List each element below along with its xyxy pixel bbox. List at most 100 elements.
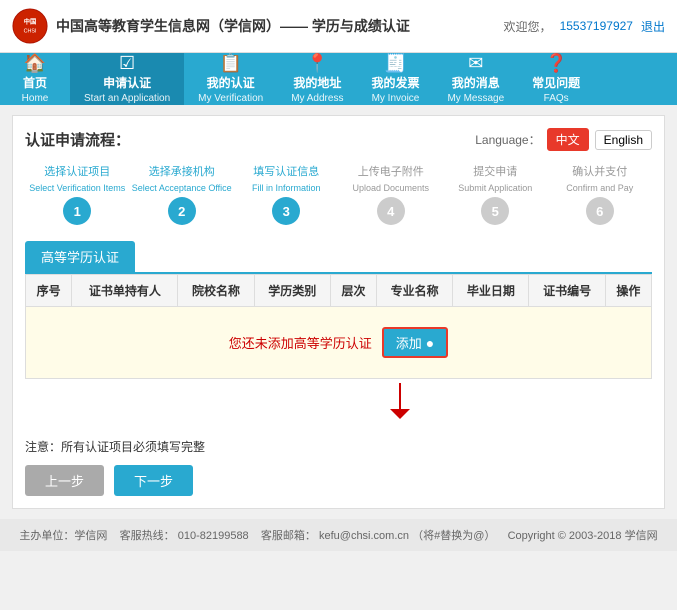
col-category: 学历类别 — [254, 275, 330, 307]
nav-faq-en: FAQs — [544, 93, 569, 104]
apply-icon: ☑ — [119, 54, 135, 72]
site-title: 中国高等教育学生信息网（学信网）—— 学历与成绩认证 — [56, 16, 410, 36]
empty-cell: 您还未添加高等学历认证 添加 ● — [26, 307, 652, 379]
col-num: 序号 — [26, 275, 72, 307]
step-4-label-cn: 上传电子附件 — [358, 163, 424, 179]
header: 中国 CHSI 中国高等教育学生信息网（学信网）—— 学历与成绩认证 欢迎您， … — [0, 0, 677, 53]
step-5: 提交申请 Submit Application 5 — [443, 163, 548, 225]
next-button[interactable]: 下一步 — [114, 465, 193, 496]
step-5-label-en: Submit Application — [458, 183, 532, 193]
arrow-indicator — [385, 381, 652, 424]
step-6-label-en: Confirm and Pay — [566, 183, 633, 193]
address-icon: 📍 — [306, 54, 328, 72]
footer-hotline-label: 客服热线： — [120, 530, 175, 542]
col-grad-date: 毕业日期 — [453, 275, 529, 307]
footer-email: kefu@chsi.com.cn — [319, 530, 409, 542]
step-2-circle: 2 — [168, 197, 196, 225]
add-plus-icon: ● — [426, 335, 434, 351]
nav-message[interactable]: ✉ 我的消息 My Message — [433, 53, 518, 105]
col-major: 专业名称 — [377, 275, 453, 307]
nav-verification[interactable]: 📋 我的认证 My Verification — [184, 53, 277, 105]
education-table: 序号 证书单持有人 院校名称 学历类别 层次 专业名称 毕业日期 证书编号 操作… — [25, 274, 652, 379]
col-school: 院校名称 — [178, 275, 254, 307]
nav-address-cn: 我的地址 — [293, 74, 341, 91]
lang-en-button[interactable]: English — [595, 130, 652, 150]
note-text: 注意：所有认证项目必须填写完整 — [25, 440, 205, 454]
tab-education[interactable]: 高等学历认证 — [25, 241, 135, 272]
red-arrow-svg — [385, 381, 415, 421]
nav-apply[interactable]: ☑ 申请认证 Start an Application — [70, 53, 184, 105]
navbar: 🏠 首页 Home ☑ 申请认证 Start an Application 📋 … — [0, 53, 677, 105]
nav-apply-en: Start an Application — [84, 93, 170, 104]
svg-text:CHSI: CHSI — [24, 28, 37, 34]
steps-container: 选择认证项目 Select Verification Items 1 选择承接机… — [25, 163, 652, 225]
logout-link[interactable]: 退出 — [641, 18, 665, 35]
nav-buttons: 上一步 下一步 — [25, 465, 652, 496]
footer-host: 主办单位：学信网 — [19, 530, 107, 542]
faq-icon: ❓ — [545, 54, 567, 72]
empty-text: 您还未添加高等学历认证 — [229, 333, 372, 352]
header-right: 欢迎您， 15537197927 退出 — [504, 18, 665, 35]
nav-invoice[interactable]: 🧾 我的发票 My Invoice — [357, 53, 433, 105]
nav-invoice-cn: 我的发票 — [371, 74, 419, 91]
nav-apply-cn: 申请认证 — [103, 74, 151, 91]
step-1-label-cn: 选择认证项目 — [44, 163, 110, 179]
footer-email-label: 客服邮箱： — [261, 530, 316, 542]
note-section: 注意：所有认证项目必须填写完整 — [25, 438, 652, 455]
nav-invoice-en: My Invoice — [372, 93, 420, 104]
nav-home-cn: 首页 — [23, 74, 47, 91]
add-button[interactable]: 添加 ● — [382, 327, 448, 358]
nav-faq-cn: 常见问题 — [532, 74, 580, 91]
logo-area: 中国 CHSI 中国高等教育学生信息网（学信网）—— 学历与成绩认证 — [12, 8, 504, 44]
nav-address[interactable]: 📍 我的地址 My Address — [277, 53, 357, 105]
step-2-label-en: Select Acceptance Office — [132, 183, 232, 193]
footer-copyright: Copyright © 2003-2018 学信网 — [508, 530, 658, 542]
nav-home-en: Home — [22, 93, 49, 104]
process-header: 认证申请流程： Language： 中文 English — [25, 128, 652, 151]
nav-faq[interactable]: ❓ 常见问题 FAQs — [518, 53, 594, 105]
step-6: 确认并支付 Confirm and Pay 6 — [548, 163, 653, 225]
nav-message-cn: 我的消息 — [452, 74, 500, 91]
empty-message: 您还未添加高等学历认证 添加 ● — [46, 327, 631, 358]
step-1-circle: 1 — [63, 197, 91, 225]
nav-verification-en: My Verification — [198, 93, 263, 104]
welcome-text: 欢迎您， — [504, 18, 552, 35]
nav-message-en: My Message — [447, 93, 504, 104]
invoice-icon: 🧾 — [384, 54, 406, 72]
step-4: 上传电子附件 Upload Documents 4 — [339, 163, 444, 225]
footer-hotline: 010-82199588 — [178, 530, 249, 542]
step-6-label-cn: 确认并支付 — [572, 163, 627, 179]
step-3-label-cn: 填写认证信息 — [253, 163, 319, 179]
step-2-label-cn: 选择承接机构 — [149, 163, 215, 179]
nav-home[interactable]: 🏠 首页 Home — [0, 53, 70, 105]
add-button-label: 添加 — [396, 333, 422, 352]
empty-row: 您还未添加高等学历认证 添加 ● — [26, 307, 652, 379]
step-5-label-cn: 提交申请 — [473, 163, 517, 179]
step-6-circle: 6 — [586, 197, 614, 225]
step-5-circle: 5 — [481, 197, 509, 225]
prev-button[interactable]: 上一步 — [25, 465, 104, 496]
step-4-label-en: Upload Documents — [352, 183, 429, 193]
table-header-row: 序号 证书单持有人 院校名称 学历类别 层次 专业名称 毕业日期 证书编号 操作 — [26, 275, 652, 307]
footer: 主办单位：学信网 客服热线： 010-82199588 客服邮箱： kefu@c… — [0, 519, 677, 551]
footer-note: （将#替换为@） — [412, 530, 495, 542]
main-content: 认证申请流程： Language： 中文 English 选择认证项目 Sele… — [12, 115, 665, 509]
message-icon: ✉ — [468, 54, 483, 72]
language-switcher: Language： 中文 English — [475, 128, 652, 151]
username: 15537197927 — [560, 19, 633, 33]
step-1: 选择认证项目 Select Verification Items 1 — [25, 163, 130, 225]
svg-text:中国: 中国 — [24, 16, 37, 25]
verification-icon: 📋 — [219, 54, 241, 72]
col-cert-num: 证书编号 — [529, 275, 605, 307]
process-title: 认证申请流程： — [25, 129, 130, 150]
tab-bar: 高等学历认证 — [25, 241, 652, 274]
step-1-label-en: Select Verification Items — [29, 183, 125, 193]
col-level: 层次 — [330, 275, 376, 307]
col-action: 操作 — [605, 275, 651, 307]
step-3-circle: 3 — [272, 197, 300, 225]
step-3: 填写认证信息 Fill in Information 3 — [234, 163, 339, 225]
step-3-label-en: Fill in Information — [252, 183, 321, 193]
step-2: 选择承接机构 Select Acceptance Office 2 — [130, 163, 235, 225]
step-4-circle: 4 — [377, 197, 405, 225]
lang-cn-button[interactable]: 中文 — [547, 128, 589, 151]
